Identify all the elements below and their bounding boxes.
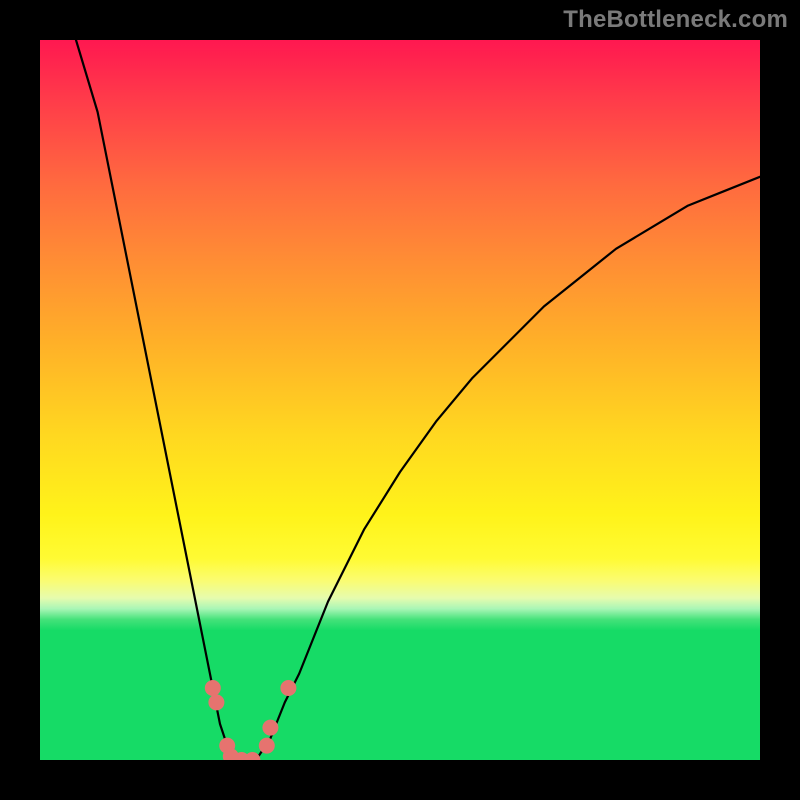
marker-dot: [208, 694, 224, 710]
marker-dot: [280, 680, 296, 696]
curve-group: [76, 40, 760, 760]
plot-area: [40, 40, 760, 760]
watermark-text: TheBottleneck.com: [563, 6, 788, 34]
chart-frame: TheBottleneck.com: [0, 0, 800, 800]
marker-dot: [205, 680, 221, 696]
marker-dot: [244, 752, 260, 760]
marker-dot: [259, 738, 275, 754]
series-left-curve: [76, 40, 242, 760]
series-right-curve: [256, 177, 760, 760]
marker-dot: [262, 720, 278, 736]
curves-svg: [40, 40, 760, 760]
